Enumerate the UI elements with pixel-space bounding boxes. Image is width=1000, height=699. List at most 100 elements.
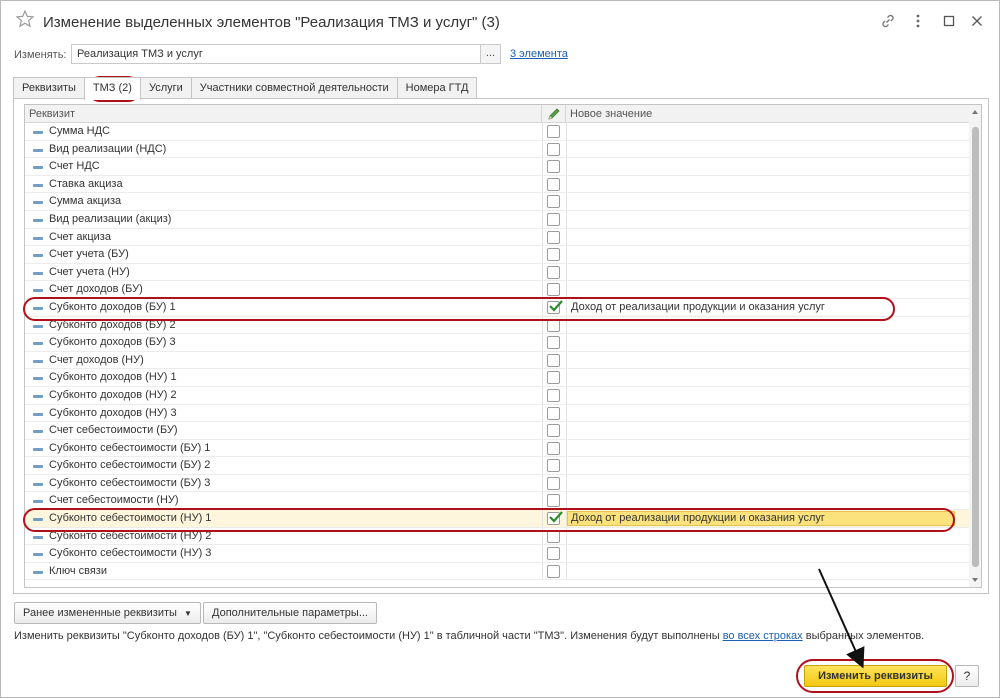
tab-tmz[interactable]: ТМЗ (2) [83,77,141,100]
table-row[interactable]: Субконто доходов (БУ) 3 [25,334,969,352]
column-separator [542,562,543,580]
change-checkbox[interactable] [547,212,560,226]
new-value-cell[interactable]: Доход от реализации продукции и оказания… [571,512,825,525]
link-icon[interactable] [878,11,898,31]
table-row[interactable]: Ставка акциза [25,175,969,194]
table-row[interactable]: Счет акциза [25,228,969,247]
scrollbar-thumb[interactable] [972,127,979,567]
table-row[interactable]: Счет доходов (БУ) [25,281,969,299]
tab-requisites[interactable]: Реквизиты [13,77,85,99]
table-row[interactable]: Субконто себестоимости (НУ) 2 [25,527,969,546]
table-row[interactable]: Счет доходов (НУ) [25,351,969,370]
column-separator [542,386,543,404]
change-checkbox[interactable] [547,494,560,508]
column-separator [542,246,543,263]
table-row[interactable]: Счет себестоимости (НУ) [25,492,969,511]
change-checkbox[interactable] [547,547,560,561]
change-checkbox[interactable] [547,336,560,350]
column-separator [542,334,543,351]
attribute-name: Субконто доходов (БУ) 1 [49,300,176,313]
table-row[interactable]: Субконто себестоимости (БУ) 1 [25,439,969,458]
grid-header: Реквизит Новое значение [25,105,969,123]
additional-params-button[interactable]: Дополнительные параметры... [203,602,377,624]
change-object-field[interactable]: Реализация ТМЗ и услуг [71,44,481,64]
star-icon[interactable] [15,9,35,29]
table-row[interactable]: Ключ связи [25,562,969,581]
change-checkbox[interactable] [547,230,560,244]
change-checkbox[interactable] [547,142,560,156]
change-checkbox[interactable] [547,195,560,209]
change-checkbox[interactable] [547,371,560,385]
table-row[interactable]: Счет учета (НУ) [25,263,969,282]
table-row[interactable]: Счет учета (БУ) [25,246,969,264]
help-button[interactable]: ? [955,665,979,687]
change-checkbox[interactable] [547,160,560,174]
table-row[interactable]: Субконто доходов (НУ) 2 [25,386,969,405]
change-checkbox[interactable] [547,300,563,314]
column-separator [566,228,567,246]
more-menu-icon[interactable] [908,11,928,31]
apply-changes-button[interactable]: Изменить реквизиты [804,665,947,687]
attribute-name: Субконто доходов (БУ) 2 [49,318,176,331]
table-row[interactable]: Вид реализации (акциз) [25,210,969,229]
change-checkbox[interactable] [547,406,560,420]
scroll-down-arrow-icon[interactable] [969,575,981,585]
table-row[interactable]: Счет НДС [25,158,969,176]
change-checkbox[interactable] [547,248,560,262]
table-row[interactable]: Субконто доходов (НУ) 3 [25,404,969,423]
change-checkbox[interactable] [547,283,560,297]
column-header-new-value[interactable]: Новое значение [566,105,969,123]
table-row[interactable]: Субконто себестоимости (БУ) 3 [25,474,969,493]
change-checkbox[interactable] [547,476,560,490]
table-row[interactable]: Счет себестоимости (БУ) [25,422,969,440]
column-separator [566,562,567,580]
attribute-icon [33,394,43,398]
select-button[interactable]: ... [481,44,501,64]
column-separator [542,527,543,545]
table-row[interactable]: Субконто себестоимости (НУ) 1 Доход от ре… [25,510,969,528]
column-separator [542,457,543,474]
table-row[interactable]: Субконто доходов (БУ) 2 [25,316,969,335]
maximize-icon[interactable] [939,11,959,31]
table-row[interactable]: Сумма акциза [25,193,969,211]
change-checkbox[interactable] [547,529,560,543]
change-checkbox[interactable] [547,177,560,191]
table-row[interactable]: Субконто доходов (НУ) 1 [25,369,969,387]
change-checkbox[interactable] [547,318,560,332]
column-separator [542,140,543,158]
table-row[interactable]: Вид реализации (НДС) [25,140,969,159]
attribute-name: Субконто себестоимости (НУ) 2 [49,529,212,542]
attribute-icon [33,465,43,469]
table-row[interactable]: Субконто доходов (БУ) 1 Доход от реализац… [25,298,969,317]
attribute-name: Счет НДС [49,160,100,173]
column-separator [542,351,543,369]
attribute-name: Сумма НДС [49,125,110,137]
change-checkbox[interactable] [547,511,563,526]
tab-joint-participants[interactable]: Участники совместной деятельности [190,77,398,99]
change-checkbox[interactable] [547,564,560,578]
table-row[interactable]: Сумма НДС [25,123,969,141]
change-checkbox[interactable] [547,424,560,438]
close-icon[interactable] [967,11,987,31]
column-header-attribute[interactable]: Реквизит [25,105,542,123]
change-checkbox[interactable] [547,125,560,138]
previous-changes-button[interactable]: Ранее измененные реквизиты ▼ [14,602,201,624]
column-header-check[interactable] [542,105,566,123]
table-row[interactable]: Субконто себестоимости (НУ) 3 [25,545,969,563]
change-checkbox[interactable] [547,265,560,279]
scroll-up-arrow-icon[interactable] [969,107,981,117]
vertical-scrollbar[interactable] [969,105,981,587]
tab-services[interactable]: Услуги [139,77,192,99]
table-row[interactable]: Субконто себестоимости (БУ) 2 [25,457,969,475]
all-rows-link[interactable]: во всех строках [723,630,803,642]
attribute-icon [33,482,43,486]
tab-gtd-numbers[interactable]: Номера ГТД [396,77,478,99]
new-value-cell[interactable]: Доход от реализации продукции и оказания… [571,301,825,314]
change-checkbox[interactable] [547,353,560,367]
change-checkbox[interactable] [547,388,560,402]
change-checkbox[interactable] [547,441,560,455]
change-checkbox[interactable] [547,459,560,473]
attribute-name: Вид реализации (акциз) [49,212,172,225]
attribute-icon [33,166,43,170]
elements-count-link[interactable]: 3 элемента [510,48,568,60]
